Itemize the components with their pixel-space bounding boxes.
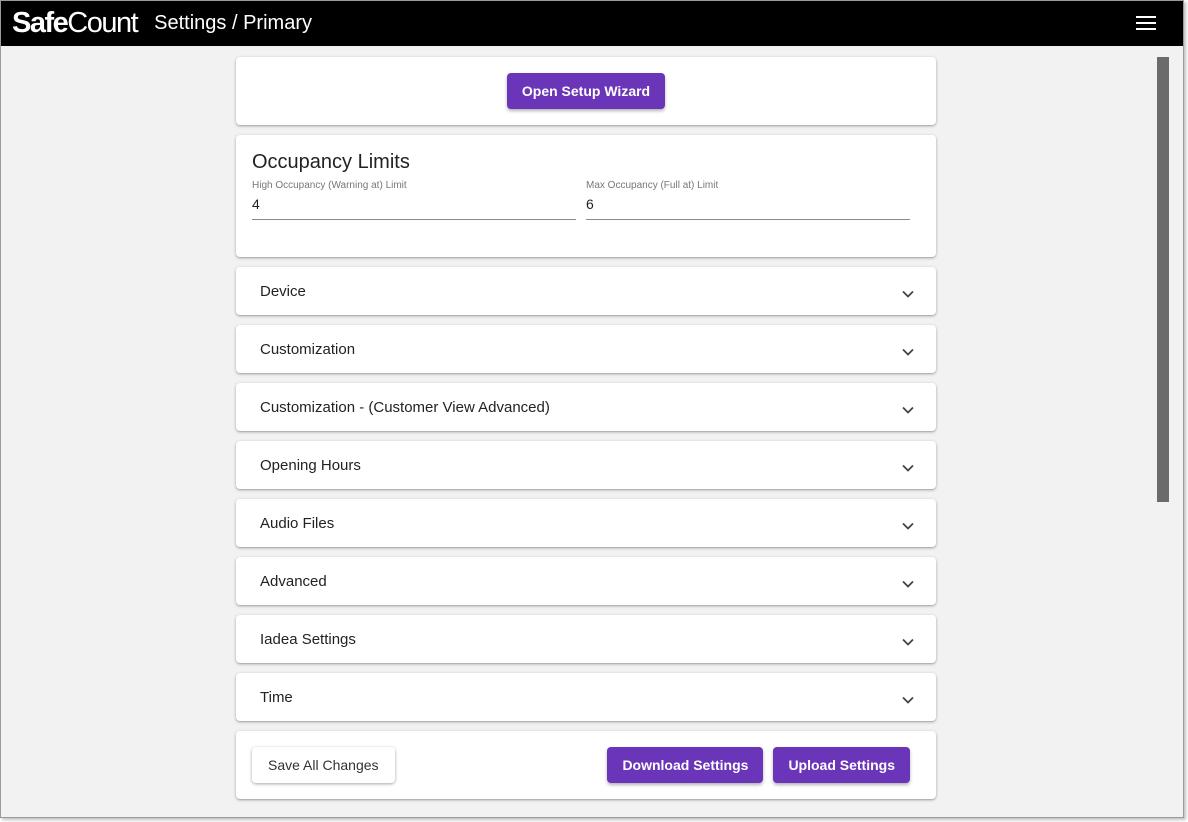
safecount-logo: SafeCount (12, 7, 139, 39)
panel-label: Customization (260, 340, 356, 358)
menu-icon-bar (1136, 16, 1156, 18)
page-title: Settings / Primary (154, 12, 312, 34)
max-occupancy-field: Max Occupancy (Full at) Limit (586, 180, 910, 220)
upload-settings-button[interactable]: Upload Settings (773, 747, 910, 783)
panel-time[interactable]: Time (236, 673, 936, 721)
occupancy-limits-card: Occupancy Limits High Occupancy (Warning… (236, 135, 936, 257)
high-occupancy-field: High Occupancy (Warning at) Limit (252, 180, 576, 220)
high-occupancy-label: High Occupancy (Warning at) Limit (252, 180, 407, 191)
max-occupancy-input[interactable] (586, 196, 910, 212)
app-window: SafeCount Settings / Primary Open Setup … (0, 0, 1184, 818)
panel-opening-hours[interactable]: Opening Hours (236, 441, 936, 489)
scrollbar-thumb[interactable] (1157, 57, 1169, 502)
panel-advanced[interactable]: Advanced (236, 557, 936, 605)
logo-bold-text: Safe (12, 7, 69, 39)
panel-customization[interactable]: Customization (236, 325, 936, 373)
chevron-down-icon (902, 638, 914, 646)
settings-content: Open Setup Wizard Occupancy Limits High … (236, 57, 936, 799)
occupancy-fields: High Occupancy (Warning at) Limit Max Oc… (252, 180, 920, 220)
panel-label: Customization - (Customer View Advanced) (260, 398, 550, 416)
panel-label: Device (260, 282, 306, 300)
panel-label: Audio Files (260, 514, 335, 532)
chevron-down-icon (902, 464, 914, 472)
logo-regular-text: Count (67, 7, 138, 39)
chevron-down-icon (902, 348, 914, 356)
panel-label: Time (260, 688, 293, 706)
high-occupancy-input[interactable] (252, 196, 576, 212)
panel-customization-advanced[interactable]: Customization - (Customer View Advanced) (236, 383, 936, 431)
panel-audio-files[interactable]: Audio Files (236, 499, 936, 547)
settings-actions-card: Save All Changes Download Settings Uploa… (236, 731, 936, 799)
wizard-card: Open Setup Wizard (236, 57, 936, 125)
menu-icon-bar (1136, 28, 1156, 30)
chevron-down-icon (902, 696, 914, 704)
panel-label: Opening Hours (260, 456, 361, 474)
download-settings-button[interactable]: Download Settings (607, 747, 764, 783)
panel-label: Advanced (260, 572, 327, 590)
panel-device[interactable]: Device (236, 267, 936, 315)
open-setup-wizard-button[interactable]: Open Setup Wizard (506, 73, 666, 109)
chevron-down-icon (902, 580, 914, 588)
max-occupancy-label: Max Occupancy (Full at) Limit (586, 180, 719, 191)
occupancy-limits-heading: Occupancy Limits (252, 151, 410, 173)
save-all-changes-button[interactable]: Save All Changes (252, 747, 395, 783)
menu-icon[interactable] (1136, 16, 1156, 31)
menu-icon-bar (1136, 22, 1156, 24)
panel-iadea-settings[interactable]: Iadea Settings (236, 615, 936, 663)
app-bar: SafeCount Settings / Primary (1, 1, 1183, 46)
chevron-down-icon (902, 406, 914, 414)
chevron-down-icon (902, 290, 914, 298)
chevron-down-icon (902, 522, 914, 530)
panel-label: Iadea Settings (260, 630, 356, 648)
